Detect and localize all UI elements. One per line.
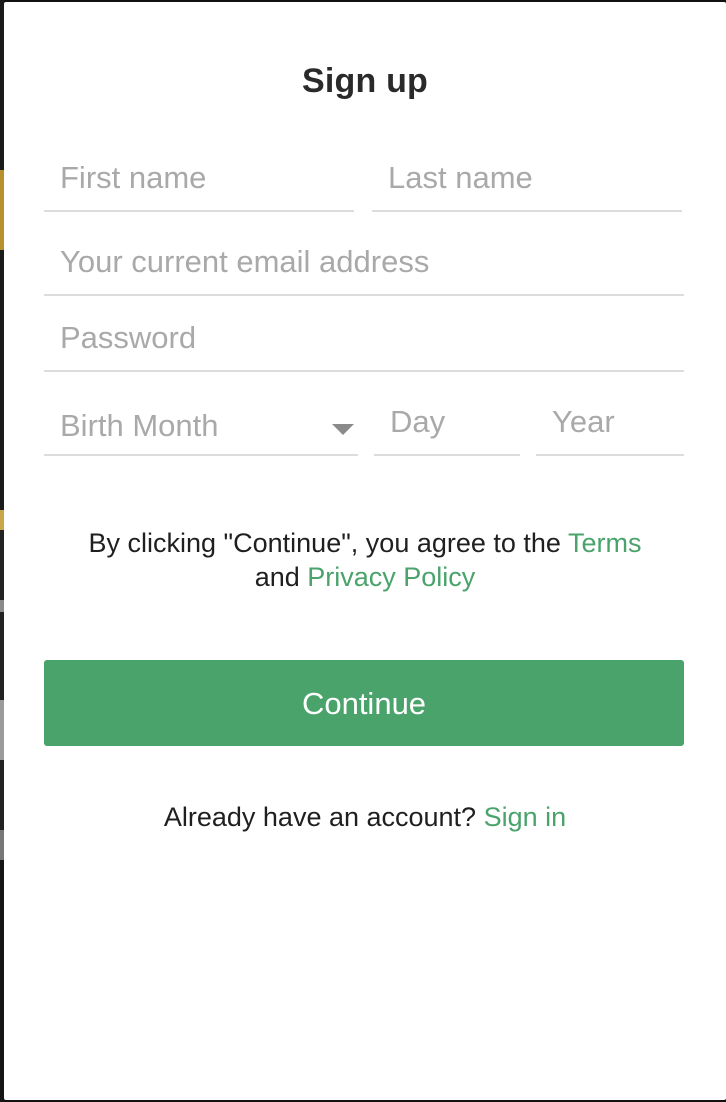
modal-title: Sign up: [301, 62, 429, 100]
birth-day-field[interactable]: [374, 396, 520, 456]
terms-prefix-text: By clicking "Continue", you agree to the: [88, 528, 568, 558]
sign-in-link[interactable]: Sign in: [484, 802, 567, 832]
privacy-policy-link[interactable]: Privacy Policy: [307, 562, 475, 592]
last-name-input[interactable]: [372, 152, 682, 210]
email-input[interactable]: [44, 236, 684, 294]
signup-modal: Sign up Birth Month By clicking "Continu…: [4, 2, 726, 1100]
chevron-down-icon[interactable]: [332, 424, 354, 435]
first-name-field[interactable]: [44, 152, 354, 212]
birth-year-input[interactable]: [536, 396, 684, 454]
last-name-field[interactable]: [372, 152, 682, 212]
terms-notice: By clicking "Continue", you agree to the…: [44, 526, 686, 594]
terms-middle-text: and: [254, 562, 308, 592]
birth-year-field[interactable]: [536, 396, 684, 456]
password-field[interactable]: [44, 312, 684, 372]
continue-button[interactable]: Continue: [44, 660, 684, 746]
signin-prompt-text: Already have an account?: [163, 802, 484, 832]
birth-month-select[interactable]: Birth Month: [44, 396, 358, 456]
email-field[interactable]: [44, 236, 684, 296]
birth-day-input[interactable]: [374, 396, 520, 454]
birth-month-label: Birth Month: [60, 408, 219, 443]
signin-prompt: Already have an account? Sign in: [4, 802, 726, 833]
first-name-input[interactable]: [44, 152, 354, 210]
terms-link[interactable]: Terms: [568, 528, 642, 558]
password-input[interactable]: [44, 312, 684, 370]
